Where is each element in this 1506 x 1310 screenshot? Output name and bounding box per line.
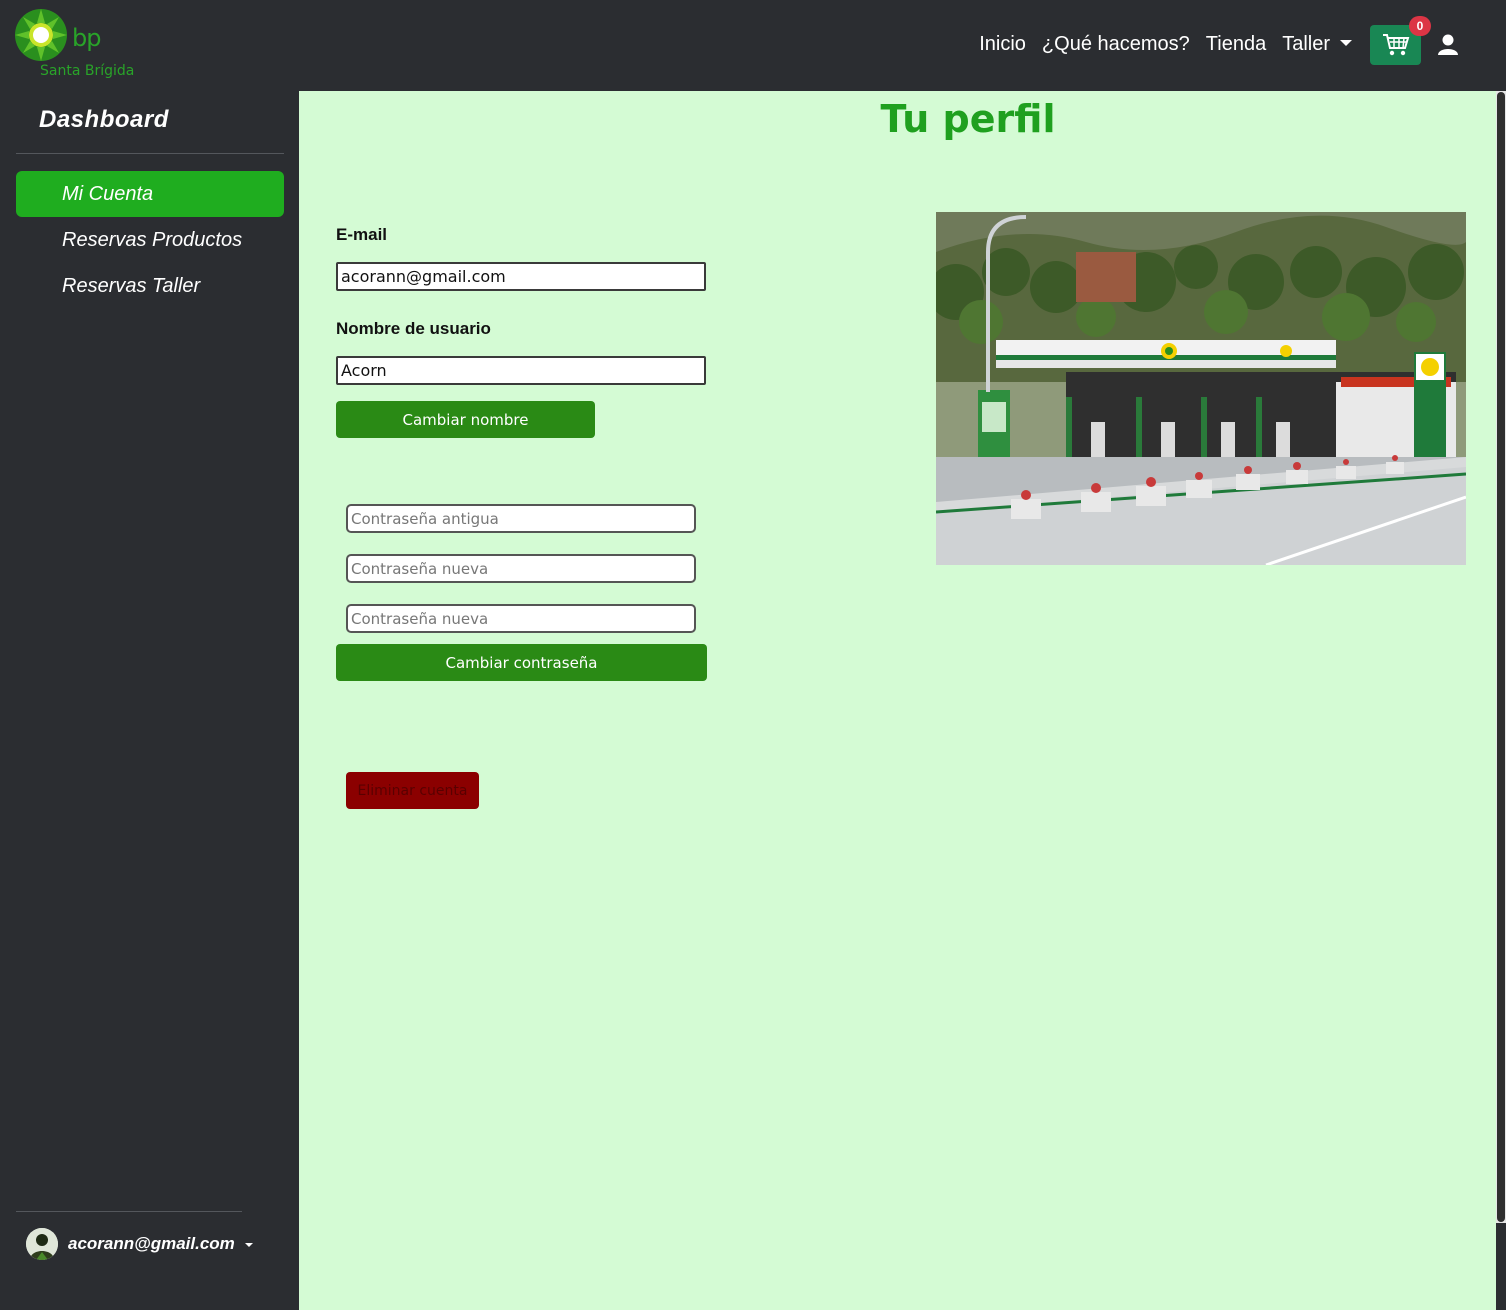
sidebar-item-reservas-taller[interactable]: Reservas Taller: [16, 263, 284, 309]
main-content: Tu perfil E-mail Nombre de usuario Cambi…: [299, 91, 1496, 1310]
bp-logo[interactable]: bp Santa Brígida: [14, 8, 164, 83]
logo-wordmark: bp: [72, 24, 101, 52]
new-password-field[interactable]: [346, 554, 696, 583]
top-navbar: bp Santa Brígida Inicio ¿Qué hacemos? Ti…: [0, 0, 1506, 91]
cart-icon: [1383, 34, 1410, 56]
caret-down-icon: [245, 1243, 253, 1247]
sidebar-item-reservas-productos[interactable]: Reservas Productos: [16, 217, 284, 263]
nav-link-tienda[interactable]: Tienda: [1198, 33, 1274, 56]
old-password-field[interactable]: [346, 504, 696, 533]
change-name-button[interactable]: Cambiar nombre: [336, 401, 595, 438]
email-field[interactable]: [336, 262, 706, 291]
avatar: [26, 1228, 58, 1260]
delete-account-button[interactable]: Eliminar cuenta: [346, 772, 479, 809]
caret-down-icon: [1340, 40, 1352, 46]
cart-count-badge: 0: [1409, 16, 1431, 36]
email-label: E-mail: [336, 225, 388, 244]
sidebar-title: Dashboard: [39, 106, 169, 133]
sidebar-divider: [16, 153, 284, 154]
change-password-button[interactable]: Cambiar contraseña: [336, 644, 707, 681]
nav-dropdown-taller[interactable]: Taller: [1274, 33, 1360, 56]
sidebar-item-mi-cuenta[interactable]: Mi Cuenta: [16, 171, 284, 217]
page-title: Tu perfil: [880, 97, 1056, 141]
username-field[interactable]: [336, 356, 706, 385]
nav-link-taller-label: Taller: [1282, 33, 1330, 55]
sidebar-bottom-divider: [16, 1211, 242, 1212]
nav-links: Inicio ¿Qué hacemos? Tienda Taller: [971, 33, 1360, 56]
logo-subtitle: Santa Brígida: [40, 63, 135, 79]
nav-link-inicio[interactable]: Inicio: [971, 33, 1034, 56]
username-label: Nombre de usuario: [336, 319, 491, 338]
sidebar: Dashboard Mi Cuenta Reservas Productos R…: [0, 91, 299, 1310]
gas-station-photo: [936, 212, 1466, 565]
nav-link-que-hacemos[interactable]: ¿Qué hacemos?: [1034, 33, 1198, 56]
bp-helios-icon: [15, 9, 67, 61]
user-account-icon[interactable]: [1438, 34, 1458, 61]
scrollbar-thumb[interactable]: [1497, 92, 1505, 1222]
confirm-password-field[interactable]: [346, 604, 696, 633]
sidebar-user-email: acorann@gmail.com: [68, 1234, 235, 1253]
